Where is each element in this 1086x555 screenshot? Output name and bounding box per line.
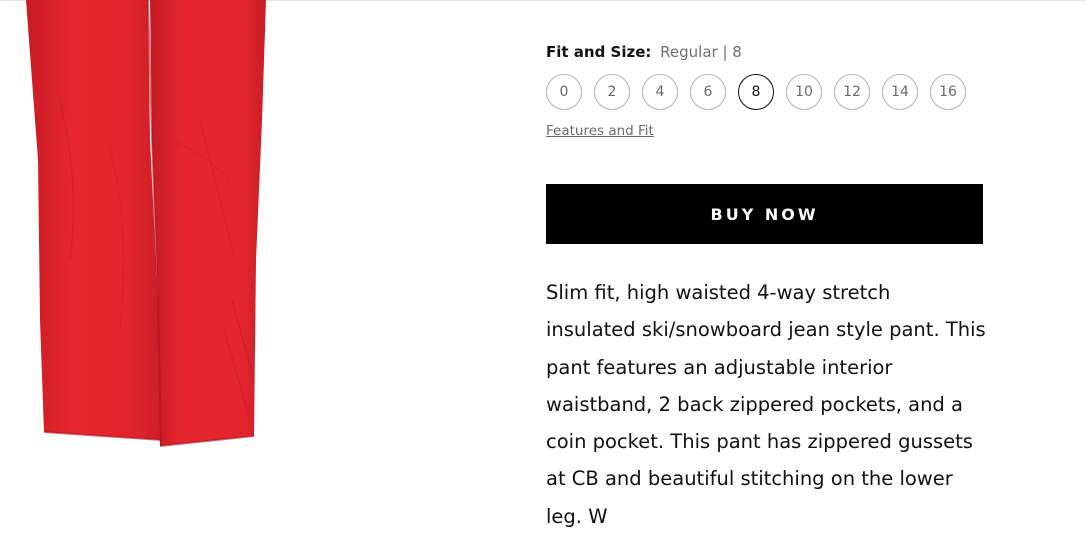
fit-size-value: Regular | 8: [660, 43, 742, 61]
size-option-12[interactable]: 12: [834, 74, 870, 110]
fit-size-label: Fit and Size:: [546, 43, 652, 61]
product-image: [26, 0, 266, 447]
size-selector: 0 2 4 6 8 10 12 14 16: [546, 74, 966, 110]
size-option-2[interactable]: 2: [594, 74, 630, 110]
pant-right-leg: [150, 0, 266, 446]
product-description: Slim fit, high waisted 4-way stretch ins…: [546, 281, 986, 528]
size-option-0[interactable]: 0: [546, 74, 582, 110]
pant-left-leg: [26, 0, 162, 440]
fit-size-row: Fit and Size: Regular | 8: [546, 43, 742, 61]
features-and-fit-link[interactable]: Features and Fit: [546, 123, 654, 139]
buy-now-button[interactable]: BUY NOW: [546, 184, 983, 244]
size-option-14[interactable]: 14: [882, 74, 918, 110]
size-option-4[interactable]: 4: [642, 74, 678, 110]
size-option-6[interactable]: 6: [690, 74, 726, 110]
size-option-10[interactable]: 10: [786, 74, 822, 110]
size-option-8[interactable]: 8: [738, 74, 774, 110]
size-option-16[interactable]: 16: [930, 74, 966, 110]
